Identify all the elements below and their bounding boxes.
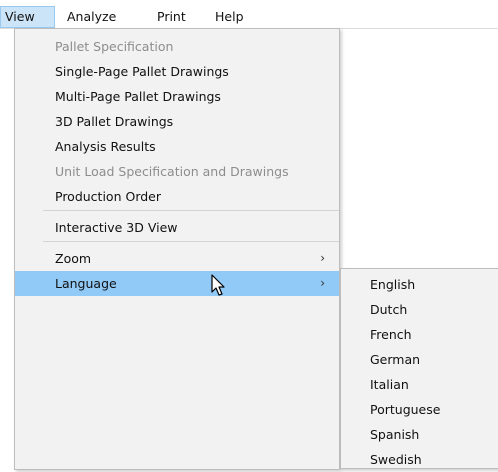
menu-item-analysis-results[interactable]: Analysis Results: [15, 134, 339, 159]
menu-item-label: Interactive 3D View: [55, 220, 178, 235]
menu-item-label: Zoom: [55, 251, 92, 266]
menu-item-label: Pallet Specification: [55, 39, 174, 54]
menu-item-label: Unit Load Specification and Drawings: [55, 164, 289, 179]
menu-item-pallet-specification[interactable]: Pallet Specification: [15, 34, 339, 59]
menu-separator: [43, 241, 339, 242]
menu-separator: [43, 210, 339, 211]
menu-item-language[interactable]: Language ›: [15, 271, 339, 296]
menu-item-3d-pallet-drawings[interactable]: 3D Pallet Drawings: [15, 109, 339, 134]
language-italian[interactable]: Italian: [341, 372, 498, 397]
menu-item-label: Analysis Results: [55, 139, 156, 154]
menu-item-single-page-pallet-drawings[interactable]: Single-Page Pallet Drawings: [15, 59, 339, 84]
language-english[interactable]: English: [341, 272, 498, 297]
mouse-pointer-icon: [211, 274, 225, 296]
menu-item-production-order[interactable]: Production Order: [15, 184, 339, 209]
menu-analyze[interactable]: Analyze: [67, 6, 116, 28]
language-submenu: English Dutch French German Italian Port…: [340, 268, 498, 469]
language-portuguese[interactable]: Portuguese: [341, 397, 498, 422]
menu-item-zoom[interactable]: Zoom ›: [15, 246, 339, 271]
menu-print[interactable]: Print: [157, 6, 186, 28]
menu-item-label: Single-Page Pallet Drawings: [55, 64, 229, 79]
menu-view[interactable]: View: [0, 6, 55, 28]
menu-bar: View Analyze Print Help: [0, 6, 498, 29]
language-spanish[interactable]: Spanish: [341, 422, 498, 447]
menu-item-label: 3D Pallet Drawings: [55, 114, 174, 129]
chevron-right-icon: ›: [320, 251, 325, 265]
language-german[interactable]: German: [341, 347, 498, 372]
menu-item-interactive-3d-view[interactable]: Interactive 3D View: [15, 215, 339, 240]
view-dropdown-menu: Pallet Specification Single-Page Pallet …: [14, 28, 340, 470]
language-french[interactable]: French: [341, 322, 498, 347]
menu-item-label: Multi-Page Pallet Drawings: [55, 89, 221, 104]
chevron-right-icon: ›: [320, 276, 325, 290]
menu-item-multi-page-pallet-drawings[interactable]: Multi-Page Pallet Drawings: [15, 84, 339, 109]
language-swedish[interactable]: Swedish: [341, 447, 498, 472]
menu-item-label: Language: [55, 276, 117, 291]
menu-item-label: Production Order: [55, 189, 161, 204]
menu-help[interactable]: Help: [215, 6, 244, 28]
menu-item-unit-load-specification[interactable]: Unit Load Specification and Drawings: [15, 159, 339, 184]
language-dutch[interactable]: Dutch: [341, 297, 498, 322]
